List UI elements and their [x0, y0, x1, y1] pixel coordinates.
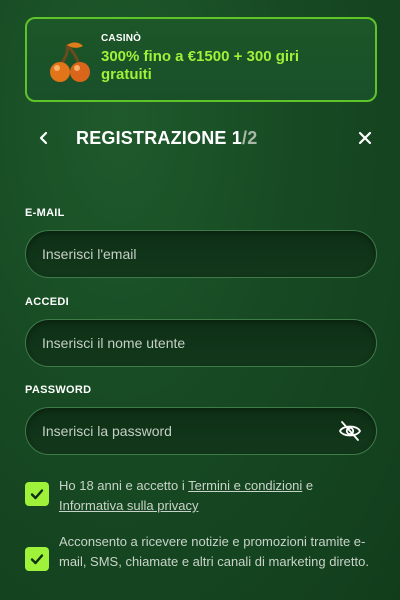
- checkmark-icon: [30, 554, 44, 565]
- username-input[interactable]: [42, 320, 332, 366]
- promo-category: CASINÒ: [101, 33, 142, 44]
- terms-consent: Ho 18 anni e accetto i Termini e condizi…: [25, 476, 377, 518]
- terms-text-before: Ho 18 anni e accetto i: [59, 478, 189, 493]
- close-button[interactable]: [353, 126, 377, 150]
- promo-banner[interactable]: CASINÒ 300% fino a €1500 + 300 giri grat…: [25, 17, 377, 102]
- email-field: [25, 230, 377, 278]
- username-label: ACCEDI: [25, 296, 69, 308]
- terms-text-middle: e: [302, 478, 314, 493]
- email-label: E-MAIL: [25, 207, 65, 219]
- back-button[interactable]: [32, 126, 56, 150]
- marketing-text: Acconsento a ricevere notizie e promozio…: [59, 534, 369, 569]
- password-label: PASSWORD: [25, 384, 92, 396]
- promo-offer-text: 300% fino a €1500 + 300 giri gratuiti: [101, 48, 300, 83]
- marketing-checkbox[interactable]: [25, 547, 49, 571]
- email-input[interactable]: [42, 231, 332, 277]
- close-icon: [358, 131, 372, 145]
- title-step-total: /2: [242, 128, 258, 148]
- terms-text: Ho 18 anni e accetto i Termini e condizi…: [59, 476, 377, 516]
- terms-link[interactable]: Termini e condizioni: [188, 478, 302, 493]
- chevron-left-icon: [39, 131, 48, 145]
- checkmark-icon: [30, 489, 44, 500]
- eye-slash-icon[interactable]: [338, 419, 362, 443]
- page-title: REGISTRAZIONE 1/2: [76, 128, 257, 149]
- title-step: REGISTRAZIONE 1: [76, 128, 243, 148]
- cherry-icon: [50, 42, 90, 82]
- registration-header: REGISTRAZIONE 1/2: [0, 120, 400, 156]
- marketing-consent: Acconsento a ricevere notizie e promozio…: [25, 532, 377, 594]
- password-input[interactable]: [42, 408, 332, 454]
- username-field: [25, 319, 377, 367]
- password-field: [25, 407, 377, 455]
- terms-checkbox[interactable]: [25, 482, 49, 506]
- privacy-link[interactable]: Informativa sulla privacy: [59, 498, 198, 513]
